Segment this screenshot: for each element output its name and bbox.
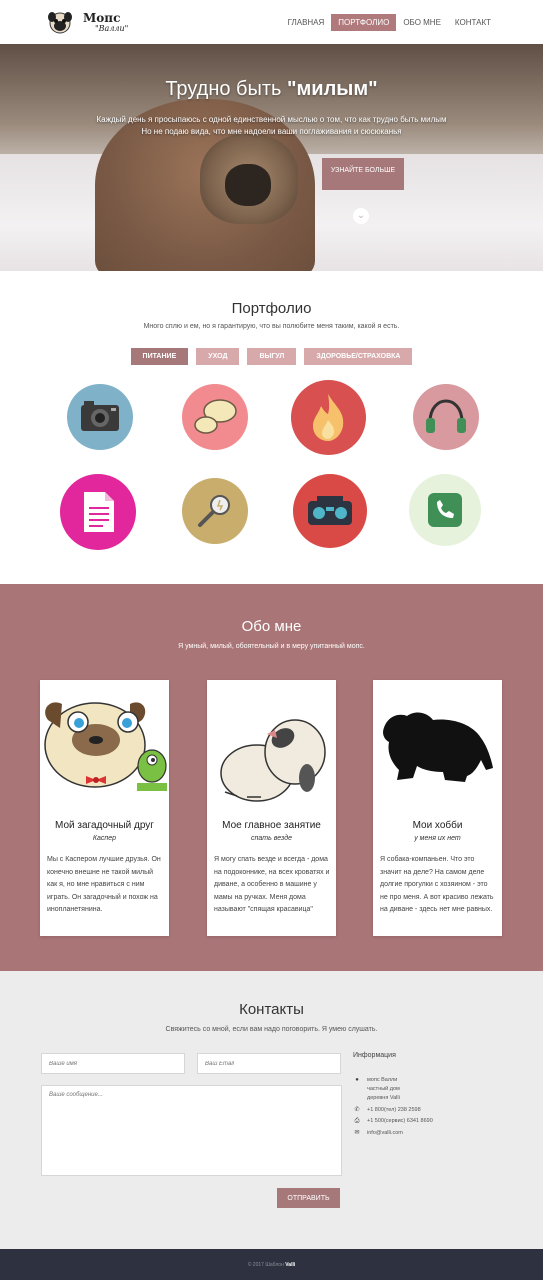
info-title: Информация	[353, 1052, 396, 1059]
contacts-title: Контакты	[239, 1001, 304, 1018]
card-text: Я собака-компаньен. Что это значит на де…	[380, 856, 494, 913]
name-input[interactable]	[41, 1053, 185, 1074]
sleeping-pug-image	[220, 719, 326, 802]
camera-icon	[81, 401, 119, 431]
site-footer: © 2017 Шаблон Valli	[0, 1249, 543, 1280]
headphones-icon	[426, 399, 466, 433]
logo-title: Мопс	[83, 11, 121, 25]
pug-silhouette-image	[383, 712, 493, 782]
address-line: мопс Валли	[367, 1077, 398, 1083]
contacts-section: Контакты Свяжитесь со мной, если вам над…	[0, 971, 543, 1249]
phone-icon	[428, 493, 462, 527]
footer-text: © 2017 Шаблон	[247, 1262, 286, 1268]
nav-about[interactable]: ОБО МНЕ	[396, 14, 448, 31]
hero-pug-snout	[225, 164, 271, 206]
logo[interactable]: Мопс "Валли"	[47, 9, 147, 37]
address-line: частный дом	[367, 1086, 400, 1092]
chat-bubbles-icon	[194, 399, 237, 434]
hero-text-line2: Но не подаю вида, что мне надоели ваши п…	[141, 127, 402, 136]
envelope-icon: ✉	[354, 1130, 360, 1136]
nav-portfolio[interactable]: ПОРТФОЛИО	[331, 14, 397, 31]
fire-icon	[313, 394, 344, 441]
tool-key-icon	[198, 495, 230, 527]
chevron-down-circle-icon[interactable]: ⌄	[353, 208, 369, 224]
main-nav: ГЛАВНАЯ ПОРТФОЛИО ОБО МНЕ КОНТАКТ	[281, 14, 498, 31]
hero-text: Каждый день я просыпаюсь с одной единств…	[80, 114, 463, 138]
hero-section: Трудно быть "милым" Каждый день я просып…	[0, 44, 543, 271]
boombox-icon	[308, 496, 352, 525]
nav-contact[interactable]: КОНТАКТ	[448, 14, 498, 31]
portfolio-item-boombox[interactable]	[293, 474, 367, 548]
message-textarea[interactable]	[41, 1085, 342, 1176]
pug-logo-icon	[48, 12, 72, 34]
hero-title: Трудно быть "милым"	[165, 78, 378, 100]
card-title: Мои хобби	[412, 820, 463, 831]
about-section: Обо мне Я умный, милый, обоятельный и в …	[0, 584, 543, 971]
card-text: Мы с Каспером лучшие друзья. Он конечно …	[47, 856, 161, 913]
portfolio-item-phone[interactable]	[409, 474, 481, 546]
portfolio-item-headphones[interactable]	[413, 384, 479, 450]
about-subtitle: Я умный, милый, обоятельный и в меру упи…	[178, 643, 365, 650]
send-button[interactable]: ОТПРАВИТЬ	[277, 1188, 340, 1208]
printer-icon: ⎙	[354, 1118, 360, 1124]
email-input[interactable]	[197, 1053, 341, 1074]
hero-text-line1: Каждый день я просыпаюсь с одной единств…	[96, 115, 447, 124]
about-card: Мой загадочный друг Каспер Мы с Каспером…	[40, 680, 169, 936]
site-header: Мопс "Валли" ГЛАВНАЯ ПОРТФОЛИО ОБО МНЕ К…	[0, 0, 543, 44]
card-subtitle: Каспер	[92, 835, 117, 842]
about-card: Мое главное занятие спать везде Я могу с…	[207, 680, 336, 936]
nav-home[interactable]: ГЛАВНАЯ	[281, 14, 332, 31]
learn-more-button[interactable]: УЗНАЙТЕ БОЛЬШЕ	[322, 158, 404, 190]
about-title: Обо мне	[241, 618, 302, 635]
card-text: Я могу спать везде и всегда - дома на по…	[214, 856, 330, 913]
about-card: Мои хобби у меня их нет Я собака-компань…	[373, 680, 502, 936]
card-subtitle: у меня их нет	[414, 835, 461, 842]
document-icon	[84, 492, 114, 532]
card-title: Мой загадочный друг	[55, 820, 154, 831]
logo-subtitle: "Валли"	[95, 24, 129, 33]
card-subtitle: спать везде	[251, 835, 292, 842]
portfolio-item-fire[interactable]	[291, 380, 366, 455]
card-title: Мое главное занятие	[222, 820, 321, 831]
portfolio-item-document[interactable]	[60, 474, 136, 550]
map-pin-icon: ●	[355, 1077, 359, 1083]
footer-brand-link[interactable]: Valli	[285, 1262, 295, 1268]
portfolio-section: Портфолио Много сплю и ем, но я гарантир…	[0, 271, 543, 584]
cartoon-pug-with-chameleon-image	[44, 702, 167, 791]
portfolio-item-chat[interactable]	[182, 384, 248, 450]
portfolio-item-camera[interactable]	[67, 384, 133, 450]
portfolio-item-tool[interactable]	[182, 478, 248, 544]
address-line: деревня Valli	[367, 1095, 400, 1101]
phone-icon: ✆	[354, 1107, 360, 1113]
contacts-subtitle: Свяжитесь со мной, если вам надо поговор…	[165, 1026, 378, 1033]
portfolio-grid	[0, 271, 543, 584]
